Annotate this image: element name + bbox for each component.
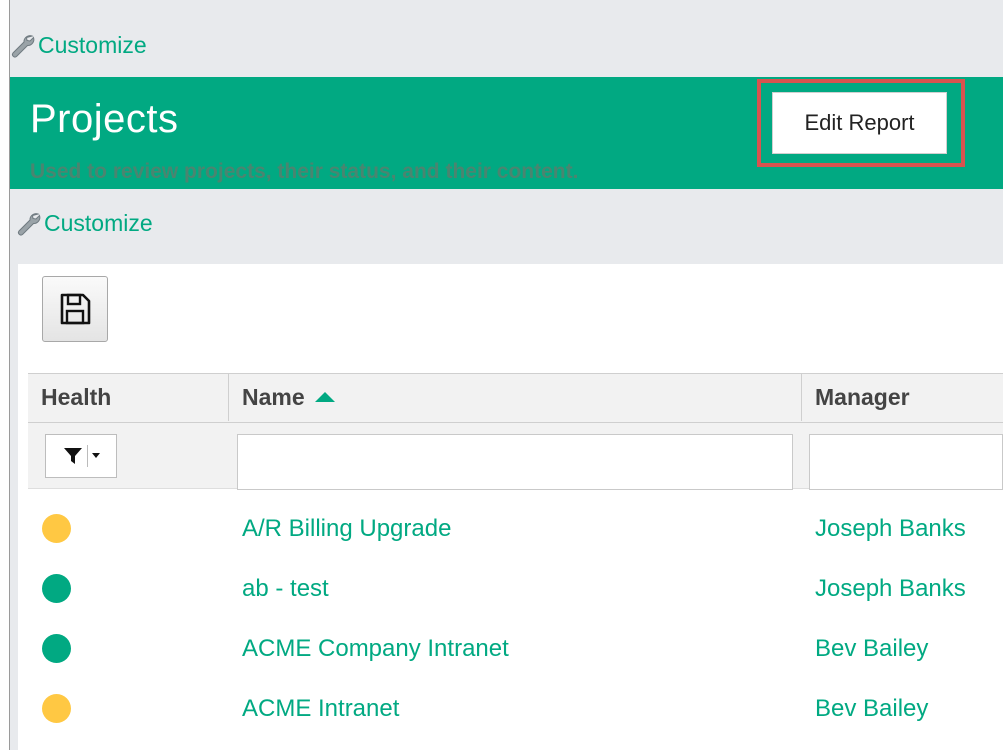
table-row[interactable]: ACME Intranet Bev Bailey — [28, 679, 1003, 739]
wrench-icon — [12, 34, 35, 57]
manager-link[interactable]: Bev Bailey — [815, 679, 928, 739]
health-indicator-green — [42, 574, 71, 603]
health-indicator-yellow — [42, 514, 71, 543]
customize-link-top[interactable]: Customize — [10, 32, 147, 59]
save-icon — [60, 293, 91, 325]
health-indicator-green — [42, 634, 71, 663]
column-header-health[interactable]: Health — [28, 373, 228, 421]
column-header-manager[interactable]: Manager — [801, 373, 1003, 421]
health-filter-dropdown[interactable] — [45, 434, 117, 478]
manager-filter-input[interactable] — [809, 434, 1003, 490]
report-header-banner: Projects Used to review projects, their … — [10, 77, 1003, 189]
sort-ascending-icon — [314, 392, 335, 402]
manager-link[interactable]: Joseph Banks — [815, 499, 966, 559]
project-name-link[interactable]: A/R Billing Upgrade — [242, 499, 451, 559]
project-name-link[interactable]: ab - test — [242, 559, 329, 619]
name-filter-input[interactable] — [237, 434, 793, 490]
customize-label: Customize — [38, 32, 147, 58]
filter-icon — [63, 448, 82, 464]
customize-label: Customize — [44, 210, 153, 236]
report-page: Customize Projects Used to review projec… — [10, 0, 1003, 750]
table-row[interactable]: ab - test Joseph Banks — [28, 559, 1003, 619]
window-left-border — [0, 0, 10, 750]
manager-link[interactable]: Joseph Banks — [815, 559, 966, 619]
project-name-link[interactable]: ACME Intranet — [242, 679, 399, 739]
table-row[interactable]: A/R Billing Upgrade Joseph Banks — [28, 499, 1003, 559]
page-subtitle: Used to review projects, their status, a… — [30, 160, 579, 183]
grid-body: A/R Billing Upgrade Joseph Banks ab - te… — [28, 499, 1003, 739]
customize-link-mid[interactable]: Customize — [16, 210, 153, 237]
page-title: Projects — [30, 97, 179, 141]
wrench-icon — [18, 212, 41, 235]
column-header-name[interactable]: Name — [228, 373, 801, 421]
report-panel: Health Name Manager A/R Billing Upgrade … — [18, 264, 1003, 750]
edit-report-button[interactable]: Edit Report — [772, 92, 947, 154]
chevron-down-icon — [91, 453, 100, 458]
project-name-link[interactable]: ACME Company Intranet — [242, 619, 509, 679]
save-button[interactable] — [42, 276, 108, 342]
table-row[interactable]: ACME Company Intranet Bev Bailey — [28, 619, 1003, 679]
filter-row — [28, 423, 1003, 490]
manager-link[interactable]: Bev Bailey — [815, 619, 928, 679]
health-indicator-yellow — [42, 694, 71, 723]
